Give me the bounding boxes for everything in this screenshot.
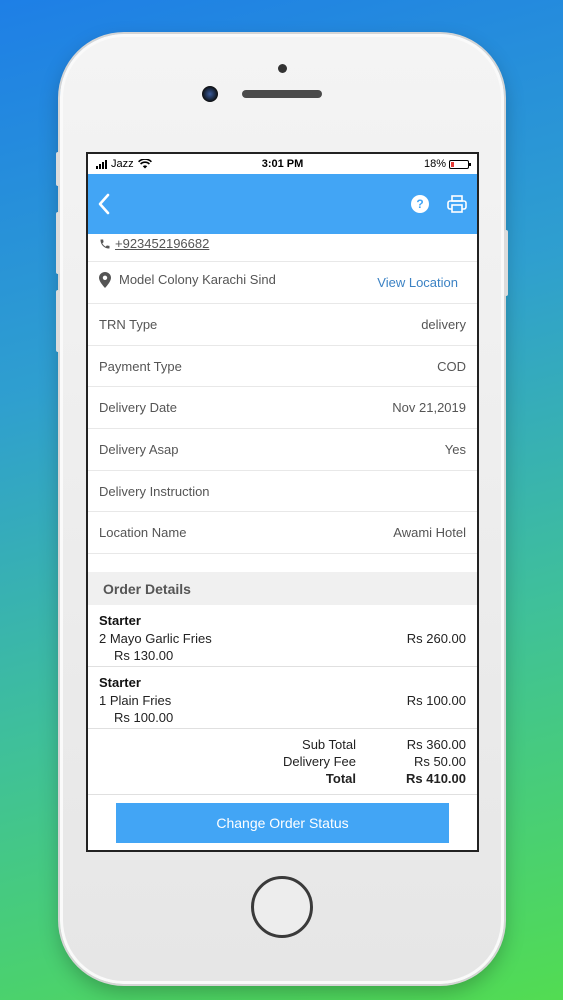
mute-switch (56, 152, 60, 186)
phone-link[interactable]: +923452196682 (115, 236, 209, 251)
item-price: Rs 100.00 (406, 693, 466, 709)
item-unit-price: Rs 130.00 (114, 648, 174, 664)
view-location-link[interactable]: View Location (377, 275, 458, 290)
battery-percent: 18% (423, 158, 446, 170)
status-bar: Jazz 3:01 PM 18% (88, 154, 477, 174)
detail-row-payment-type: Payment Type COD (88, 346, 477, 388)
power-button (504, 230, 508, 296)
delivery-fee-value: Rs 50.00 (413, 754, 466, 770)
wifi-icon (137, 159, 152, 169)
item-category: Starter (99, 675, 141, 691)
front-camera (202, 86, 218, 102)
signal-icon (96, 159, 107, 169)
detail-value: COD (437, 358, 466, 374)
status-left: Jazz (96, 158, 152, 170)
volume-down-button (56, 290, 60, 352)
item-category: Starter (99, 613, 141, 629)
detail-row-location-name: Location Name Awami Hotel (88, 512, 477, 555)
item-qty-name: 1 Plain Fries (99, 693, 172, 709)
app-bar-actions: ? (411, 195, 467, 213)
address-text: Model Colony Karachi Sind (119, 272, 276, 287)
proximity-sensor (278, 64, 287, 73)
item-price: Rs 260.00 (406, 631, 466, 647)
status-right: 18% (423, 158, 471, 170)
battery-fill (451, 161, 454, 167)
detail-label: Delivery Date (99, 400, 178, 416)
order-totals: Sub Total Rs 360.00 Delivery Fee Rs 50.0… (88, 729, 477, 796)
detail-label: Payment Type (99, 358, 182, 374)
map-pin-icon (99, 271, 111, 288)
order-item: Starter 1 Plain Fries Rs 100.00 Rs 100.0… (88, 667, 477, 730)
total-label: Total (325, 771, 356, 787)
detail-row-delivery-asap: Delivery Asap Yes (88, 429, 477, 471)
delivery-fee-line: Delivery Fee Rs 50.00 (99, 753, 466, 770)
earpiece-speaker (242, 90, 322, 98)
total-value: Rs 410.00 (406, 771, 466, 787)
order-details-header: Order Details (88, 572, 477, 606)
back-icon[interactable] (96, 193, 112, 215)
detail-row-delivery-instruction: Delivery Instruction (88, 471, 477, 513)
sub-total-value: Rs 360.00 (406, 737, 466, 753)
change-order-status-button[interactable]: Change Order Status (116, 803, 449, 844)
phone-icon (100, 239, 110, 249)
detail-value: Awami Hotel (393, 525, 466, 541)
section-spacer (88, 554, 477, 573)
home-button[interactable] (251, 876, 313, 938)
detail-value: Nov 21,2019 (392, 400, 466, 416)
detail-value: delivery (421, 316, 466, 332)
item-qty-name: 2 Mayo Garlic Fries (99, 631, 212, 647)
detail-label: TRN Type (99, 316, 158, 332)
location-row: Model Colony Karachi Sind View Location (88, 262, 477, 304)
sub-total-label: Sub Total (302, 737, 356, 753)
item-line: 2 Mayo Garlic Fries Rs 260.00 (99, 631, 466, 646)
item-line: 1 Plain Fries Rs 100.00 (99, 693, 466, 708)
phone-row: +923452196682 (88, 234, 477, 262)
item-unit-price: Rs 100.00 (114, 710, 174, 726)
order-item: Starter 2 Mayo Garlic Fries Rs 260.00 Rs… (88, 605, 477, 668)
printer-icon[interactable] (447, 195, 467, 213)
detail-label: Delivery Asap (99, 441, 179, 457)
detail-row-delivery-date: Delivery Date Nov 21,2019 (88, 387, 477, 430)
screen: Jazz 3:01 PM 18% ? +923452196682 Model C… (86, 152, 479, 852)
detail-label: Delivery Instruction (99, 483, 210, 499)
battery-icon (449, 159, 471, 169)
carrier-name: Jazz (111, 158, 134, 170)
detail-label: Location Name (99, 525, 187, 541)
delivery-fee-label: Delivery Fee (283, 754, 356, 770)
total-line: Total Rs 410.00 (99, 770, 466, 787)
address-group: Model Colony Karachi Sind (99, 271, 276, 288)
order-detail-content: +923452196682 Model Colony Karachi Sind … (88, 234, 477, 850)
app-bar: ? (88, 174, 477, 234)
help-icon[interactable]: ? (411, 195, 429, 213)
volume-up-button (56, 212, 60, 274)
sub-total-line: Sub Total Rs 360.00 (99, 736, 466, 753)
detail-row-trn-type: TRN Type delivery (88, 304, 477, 346)
detail-value: Yes (444, 441, 466, 457)
cta-wrap: Change Order Status (88, 795, 477, 850)
